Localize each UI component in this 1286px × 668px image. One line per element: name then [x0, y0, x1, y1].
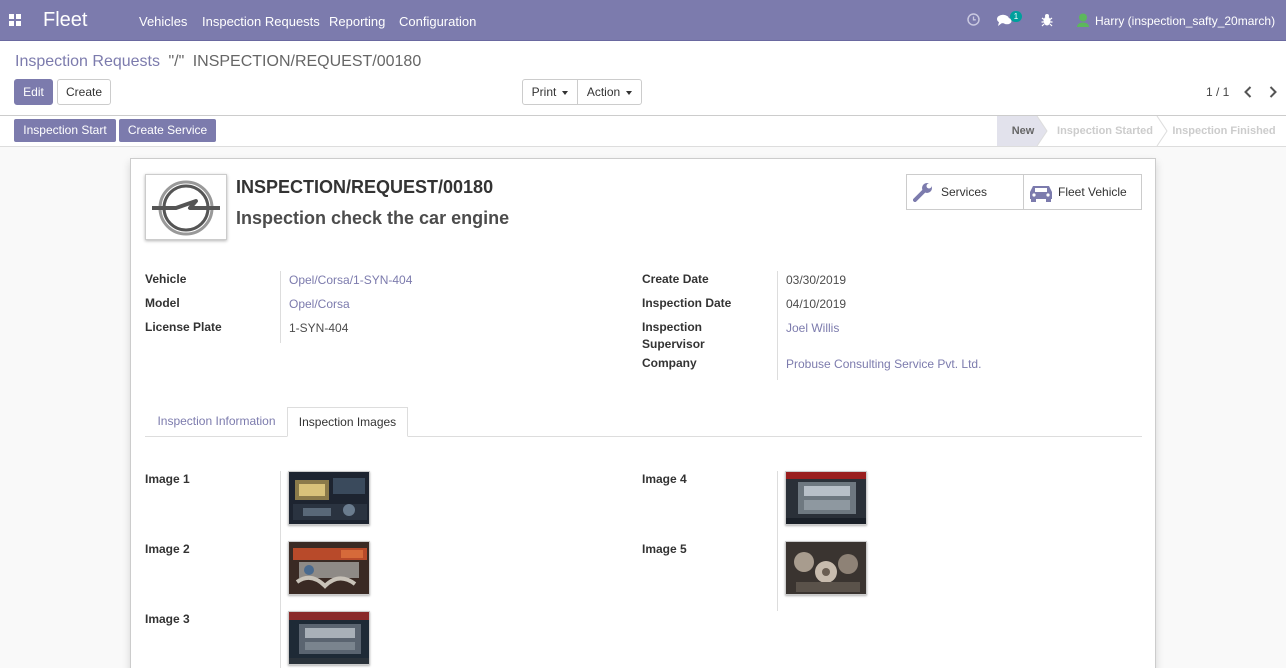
breadcrumb-parent[interactable]: Inspection Requests: [15, 53, 160, 70]
image-2-label: Image 2: [145, 542, 190, 556]
image-1-label: Image 1: [145, 472, 190, 486]
create-button[interactable]: Create: [57, 79, 111, 105]
form-sheet: INSPECTION/REQUEST/00180 Inspection chec…: [130, 158, 1156, 668]
vehicle-value-link[interactable]: Opel/Corsa/1-SYN-404: [289, 272, 412, 289]
create-date-value: 03/30/2019: [786, 273, 847, 287]
create-date-label: Create Date: [642, 272, 709, 286]
chat-count-badge: 1: [1010, 11, 1022, 22]
action-dropdown[interactable]: Action: [577, 79, 642, 105]
menu-configuration[interactable]: Configuration: [399, 14, 476, 29]
license-plate-value: 1-SYN-404: [289, 321, 349, 335]
menu-inspection-requests[interactable]: Inspection Requests: [202, 14, 320, 29]
image-4-label: Image 4: [642, 472, 687, 486]
services-smart-button[interactable]: Services: [906, 174, 1025, 210]
car-icon: [1030, 186, 1052, 202]
pager-value[interactable]: 1 / 1: [1206, 85, 1229, 99]
image-1-thumbnail[interactable]: [288, 471, 370, 525]
stage-inspection-finished[interactable]: Inspection Finished: [1169, 116, 1279, 146]
model-value-link[interactable]: Opel/Corsa: [289, 296, 350, 313]
create-service-button[interactable]: Create Service: [119, 119, 216, 142]
inspection-supervisor-label: Inspection Supervisor: [642, 320, 705, 351]
images-left-separator: [280, 471, 281, 668]
images-right-separator: [777, 471, 778, 611]
menu-reporting[interactable]: Reporting: [329, 14, 385, 29]
inspection-supervisor-link[interactable]: Joel Willis: [786, 320, 839, 337]
print-dropdown[interactable]: Print: [522, 79, 578, 105]
action-label: Action: [586, 85, 621, 99]
inspection-date-label: Inspection Date: [642, 296, 732, 310]
wrench-icon: [913, 183, 932, 202]
record-name: Inspection check the car engine: [236, 208, 510, 228]
fleet-vehicle-smart-button[interactable]: Fleet Vehicle: [1023, 174, 1142, 210]
breadcrumb-current: INSPECTION/REQUEST/00180: [192, 53, 422, 70]
services-label: Services: [941, 185, 988, 199]
user-avatar-icon[interactable]: [1077, 13, 1089, 27]
top-navbar: Fleet Vehicles Inspection Requests Repor…: [0, 0, 1286, 41]
form-statusbar: Inspection Start Create Service New Insp…: [0, 116, 1286, 147]
edit-button[interactable]: Edit: [14, 79, 53, 105]
apps-menu-icon[interactable]: [9, 14, 21, 26]
app-brand: Fleet: [43, 9, 88, 31]
image-5-thumbnail[interactable]: [785, 541, 867, 595]
action-caret-icon: [626, 90, 633, 95]
pager-next-icon[interactable]: [1268, 85, 1278, 99]
license-plate-label: License Plate: [145, 320, 222, 334]
tab-inspection-images[interactable]: Inspection Images: [287, 407, 408, 437]
tab-inspection-information[interactable]: Inspection Information: [145, 407, 288, 437]
notebook-tabs: Inspection Information Inspection Images: [145, 407, 1142, 437]
company-label: Company: [642, 356, 697, 370]
model-label: Model: [145, 296, 180, 310]
breadcrumb: Inspection Requests "/" INSPECTION/REQUE…: [15, 53, 421, 71]
right-field-separator: [777, 271, 778, 380]
fleet-vehicle-label: Fleet Vehicle: [1058, 185, 1127, 199]
image-3-label: Image 3: [145, 612, 190, 626]
stage-inspection-started[interactable]: Inspection Started: [1050, 116, 1160, 146]
image-3-thumbnail[interactable]: [288, 611, 370, 665]
record-reference: INSPECTION/REQUEST/00180: [236, 177, 494, 197]
inspection-date-value: 04/10/2019: [786, 297, 847, 311]
control-panel: Inspection Requests "/" INSPECTION/REQUE…: [0, 41, 1286, 116]
print-caret-icon: [562, 90, 569, 95]
debug-bug-icon[interactable]: [1041, 13, 1053, 27]
image-2-thumbnail[interactable]: [288, 541, 370, 595]
breadcrumb-separator: "/": [168, 53, 185, 70]
vehicle-brand-logo: [145, 174, 227, 240]
menu-vehicles[interactable]: Vehicles: [139, 14, 187, 29]
vehicle-label: Vehicle: [145, 272, 187, 286]
image-5-label: Image 5: [642, 542, 687, 556]
opel-logo-icon: [152, 180, 220, 236]
pager-previous-icon[interactable]: [1243, 85, 1253, 99]
print-label: Print: [531, 85, 557, 99]
left-field-separator: [280, 271, 281, 343]
activity-clock-icon[interactable]: [967, 13, 980, 26]
inspection-start-button[interactable]: Inspection Start: [14, 119, 116, 142]
company-value-link[interactable]: Probuse Consulting Service Pvt. Ltd.: [786, 356, 981, 373]
image-4-thumbnail[interactable]: [785, 471, 867, 525]
stage-new[interactable]: New: [1004, 116, 1042, 146]
user-menu[interactable]: Harry (inspection_safty_20march): [1095, 14, 1275, 28]
